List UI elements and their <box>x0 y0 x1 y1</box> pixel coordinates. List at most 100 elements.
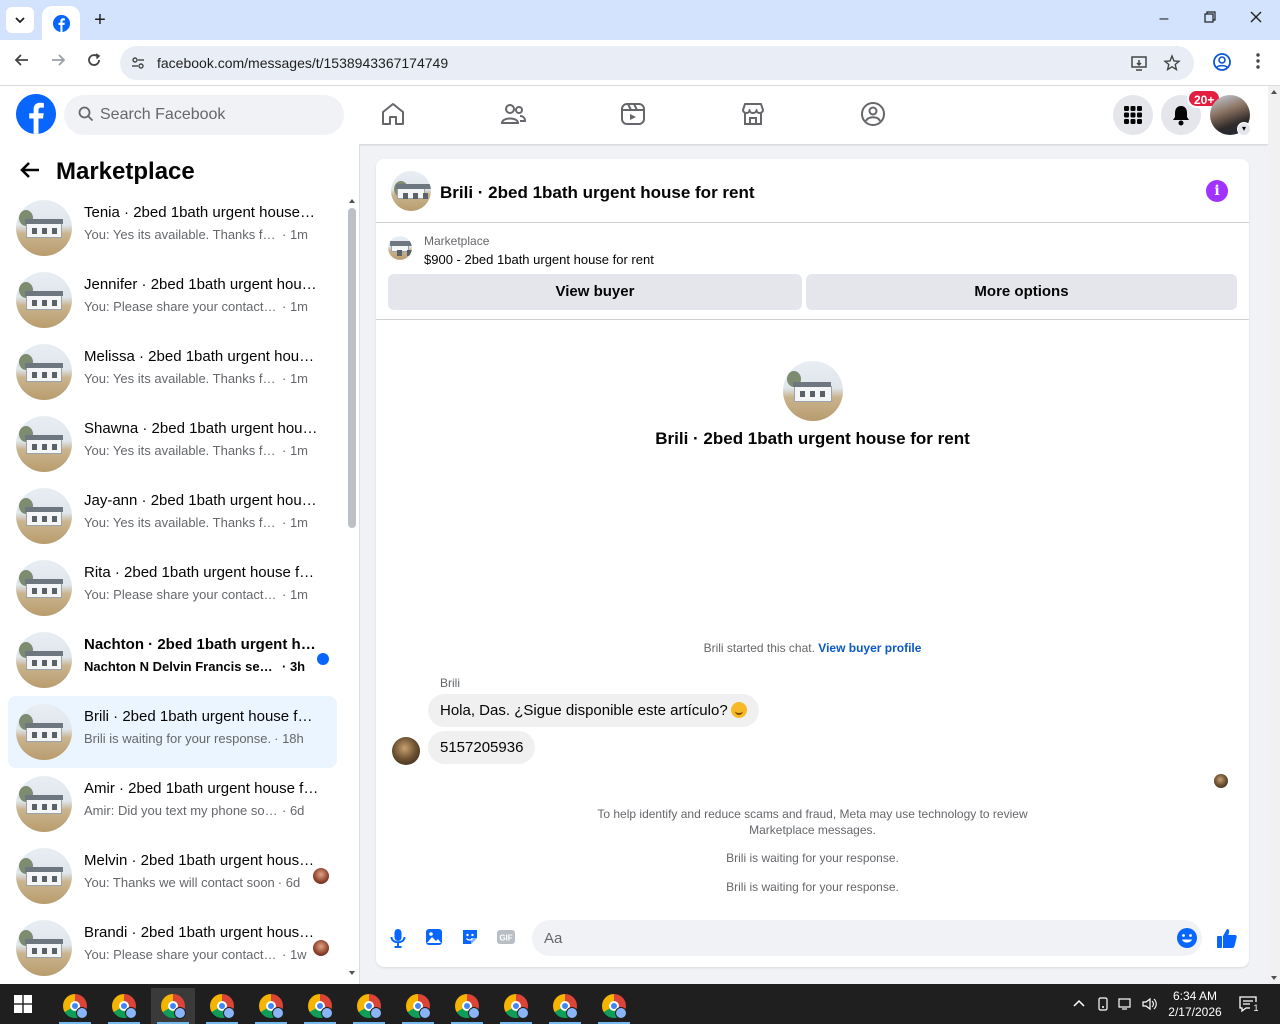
conversation-item[interactable]: Shawna · 2bed 1bath urgent house for ren… <box>8 408 337 480</box>
restore-button[interactable] <box>1200 10 1220 28</box>
url-text[interactable]: facebook.com/messages/t/1538943367174749 <box>157 55 448 71</box>
back-button[interactable] <box>11 52 33 74</box>
conversation-preview: Amir: Did you text my phone so I can see… <box>84 803 319 818</box>
scroll-up-icon[interactable] <box>1268 86 1280 98</box>
listing-price-title[interactable]: $900 - 2bed 1bath urgent house for rent <box>424 252 654 267</box>
home-nav-icon[interactable] <box>379 100 409 130</box>
device-icon[interactable] <box>1096 997 1110 1011</box>
volume-icon[interactable] <box>1142 997 1158 1011</box>
taskbar-chrome-window[interactable] <box>200 988 244 1024</box>
conversation-item[interactable]: Jennifer · 2bed 1bath urgent house for r… <box>8 264 337 336</box>
profile-badge-icon <box>125 1007 137 1019</box>
message-input[interactable] <box>532 920 1202 956</box>
taskbar-chrome-window[interactable] <box>347 988 391 1024</box>
profile-badge-icon <box>272 1007 284 1019</box>
minimize-button[interactable]: – <box>1154 10 1174 28</box>
back-arrow-icon[interactable] <box>20 159 40 185</box>
scroll-down-icon[interactable] <box>346 968 358 978</box>
house-image <box>25 363 63 382</box>
friends-nav-icon[interactable] <box>499 100 529 130</box>
marketplace-nav-icon[interactable] <box>739 100 769 130</box>
conversation-item[interactable]: Tenia · 2bed 1bath urgent house for rent… <box>8 192 337 264</box>
facebook-logo-icon <box>16 94 56 134</box>
conversation-item[interactable]: Melvin · 2bed 1bath urgent house for ren… <box>8 840 337 912</box>
chevron-up-icon[interactable] <box>1072 997 1086 1011</box>
conversation-item[interactable]: Amir · 2bed 1bath urgent house for rent A… <box>8 768 337 840</box>
sender-avatar[interactable] <box>392 737 420 765</box>
scroll-down-icon[interactable] <box>1268 972 1280 984</box>
clock-time: 6:34 AM <box>1172 989 1218 1003</box>
listing-thumbnail <box>16 848 72 904</box>
network-icon[interactable] <box>1118 997 1134 1011</box>
browser-tab-facebook[interactable] <box>42 6 80 40</box>
install-app-icon[interactable] <box>1130 54 1148 77</box>
taskbar-chrome-window[interactable] <box>151 988 195 1024</box>
message-text: 5157205936 <box>440 739 524 756</box>
tab-search-dropdown[interactable] <box>6 7 34 33</box>
site-settings-icon[interactable] <box>130 55 146 71</box>
taskbar-chrome-window[interactable] <box>102 988 146 1024</box>
conversation-item[interactable]: Jay-ann · 2bed 1bath urgent house for re… <box>8 480 337 552</box>
microphone-icon[interactable] <box>388 927 410 949</box>
action-center-icon[interactable]: 1 <box>1238 994 1262 1014</box>
reload-button[interactable] <box>83 52 105 74</box>
taskbar-chrome-window[interactable] <box>298 988 342 1024</box>
sidebar-scrollbar[interactable] <box>346 196 358 978</box>
view-buyer-button[interactable]: View buyer <box>388 274 802 310</box>
sticker-icon[interactable] <box>460 927 482 949</box>
conversation-title: Jay-ann · 2bed 1bath urgent house for re… <box>84 492 319 509</box>
conversation-title: Brandi · 2bed 1bath urgent house for ren… <box>84 924 319 941</box>
conversation-item[interactable]: Melissa · 2bed 1bath urgent house for re… <box>8 336 337 408</box>
system-clock[interactable]: 6:34 AM 2/17/2026 <box>1160 988 1230 1020</box>
chrome-icon <box>210 994 235 1019</box>
gif-icon[interactable]: GIF <box>496 927 518 949</box>
chat-title[interactable]: Brili · 2bed 1bath urgent house for rent <box>440 183 755 203</box>
sidebar-scroll-thumb[interactable] <box>348 208 356 528</box>
search-input[interactable] <box>100 95 330 135</box>
scroll-up-icon[interactable] <box>346 196 358 206</box>
account-avatar[interactable]: ▾ <box>1210 95 1251 136</box>
forward-button[interactable] <box>47 52 69 74</box>
taskbar-chrome-window[interactable] <box>494 988 538 1024</box>
taskbar-chrome-window[interactable] <box>396 988 440 1024</box>
facebook-search[interactable] <box>64 95 344 135</box>
seen-avatar <box>313 940 329 956</box>
bookmark-star-icon[interactable] <box>1163 54 1181 77</box>
conversation-item[interactable]: Brili · 2bed 1bath urgent house for rent… <box>8 696 337 768</box>
view-buyer-profile-link[interactable]: View buyer profile <box>818 641 921 655</box>
conversation-snippet: You: Yes its available. Thanks for reach… <box>84 227 279 242</box>
photo-icon[interactable] <box>424 927 446 949</box>
taskbar-chrome-window[interactable] <box>543 988 587 1024</box>
conversation-item[interactable]: Brandi · 2bed 1bath urgent house for ren… <box>8 912 337 984</box>
conversation-item[interactable]: Rita · 2bed 1bath urgent house for rent Y… <box>8 552 337 624</box>
info-icon[interactable]: i <box>1206 180 1228 202</box>
video-nav-icon[interactable] <box>619 100 649 130</box>
listing-thumbnail <box>16 272 72 328</box>
profile-badge-icon <box>223 1007 235 1019</box>
address-bar[interactable]: facebook.com/messages/t/1538943367174749 <box>120 46 1194 80</box>
taskbar-chrome-window[interactable] <box>249 988 293 1024</box>
emoji-picker-icon[interactable] <box>1176 927 1198 949</box>
conversation-time: · 1m <box>282 227 308 242</box>
close-window-button[interactable] <box>1246 10 1266 28</box>
message-bubble[interactable]: 5157205936 <box>428 731 536 764</box>
conversation-snippet: You: Yes its available. Thanks for reach… <box>84 443 279 458</box>
new-tab-button[interactable]: + <box>88 9 112 31</box>
conversation-item[interactable]: Nachton · 2bed 1bath urgent house for re… <box>8 624 337 696</box>
chat-listing-thumbnail[interactable] <box>391 171 431 211</box>
taskbar-chrome-window[interactable] <box>445 988 489 1024</box>
conversation-preview: You: Please share your contact number· 1… <box>84 299 319 314</box>
thumbs-up-icon[interactable] <box>1216 927 1238 949</box>
message-bubble[interactable]: Hola, Das. ¿Sigue disponible este artícu… <box>428 694 759 727</box>
facebook-logo[interactable] <box>16 94 56 134</box>
browser-menu-button[interactable] <box>1247 52 1269 74</box>
taskbar-chrome-window[interactable] <box>53 988 97 1024</box>
gaming-nav-icon[interactable] <box>859 100 889 130</box>
windows-start-icon[interactable] <box>14 995 32 1013</box>
menu-grid-button[interactable] <box>1113 95 1153 135</box>
more-options-button[interactable]: More options <box>806 274 1237 310</box>
sidebar-header: Marketplace <box>20 158 195 186</box>
profile-button[interactable] <box>1211 52 1233 74</box>
taskbar-chrome-window[interactable] <box>592 988 636 1024</box>
page-scrollbar[interactable] <box>1268 86 1280 984</box>
